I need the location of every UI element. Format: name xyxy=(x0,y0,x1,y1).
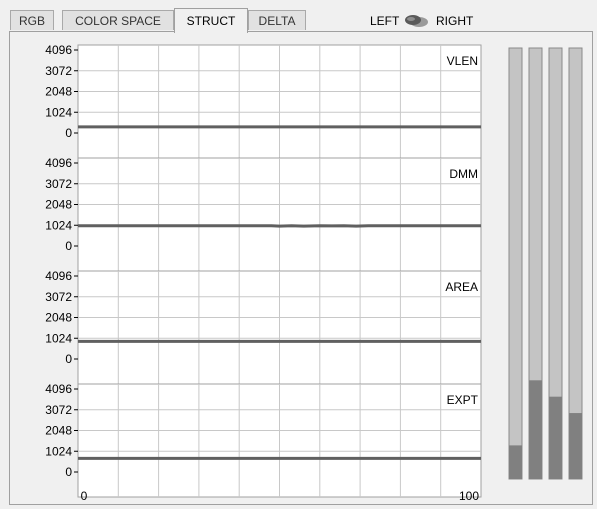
chart-name-label: DMM xyxy=(449,167,478,181)
level-bar-fill xyxy=(529,380,542,479)
level-bar-fill xyxy=(549,396,562,479)
y-tick-label: 1024 xyxy=(45,444,72,458)
chart-area: 4096 3072 2048 1024 0 AREA xyxy=(45,269,482,385)
y-tick-label: 2048 xyxy=(45,424,72,438)
y-tick-label: 2048 xyxy=(45,85,72,99)
y-tick-label: 0 xyxy=(65,465,72,479)
tab-struct[interactable]: STRUCT xyxy=(174,8,248,33)
y-tick-label: 2048 xyxy=(45,311,72,325)
y-tick-label: 1024 xyxy=(45,331,72,345)
level-bar-3 xyxy=(548,47,563,480)
x-tick-label-min: 0 xyxy=(81,489,88,503)
chart-dmm: 4096 3072 2048 1024 0 DMM xyxy=(45,156,482,272)
chart-expt: 4096 3072 2048 1024 0 EXPT xyxy=(45,382,482,498)
level-bar-fill xyxy=(569,413,582,479)
level-bar-2 xyxy=(528,47,543,480)
y-tick-label: 2048 xyxy=(45,198,72,212)
y-tick-label: 4096 xyxy=(45,269,72,283)
y-tick-label: 3072 xyxy=(45,177,72,191)
level-bar-track xyxy=(508,47,523,480)
y-tick-label: 3072 xyxy=(45,403,72,417)
y-tick-label: 3072 xyxy=(45,64,72,78)
y-tick-label: 4096 xyxy=(45,382,72,396)
level-bar-fill xyxy=(509,445,522,479)
chart-name-label: EXPT xyxy=(447,393,479,407)
y-tick-label: 3072 xyxy=(45,290,72,304)
y-tick-label: 1024 xyxy=(45,218,72,232)
y-tick-label: 0 xyxy=(65,239,72,253)
chart-name-label: VLEN xyxy=(447,54,478,68)
chart-vlen: 4096 3072 2048 1024 0 VLEN xyxy=(45,43,482,159)
x-tick-label-max: 100 xyxy=(459,489,479,503)
chart-name-label: AREA xyxy=(445,280,478,294)
y-tick-label: 0 xyxy=(65,126,72,140)
y-tick-label: 0 xyxy=(65,352,72,366)
y-tick-label: 4096 xyxy=(45,43,72,57)
level-bar-4 xyxy=(568,47,583,480)
struct-charts: 4096 3072 2048 1024 0 VLEN 4096 3072 2048 1024 0 DM… xyxy=(45,43,583,503)
y-tick-label: 4096 xyxy=(45,156,72,170)
y-tick-label: 1024 xyxy=(45,105,72,119)
level-bar-1 xyxy=(508,47,523,480)
